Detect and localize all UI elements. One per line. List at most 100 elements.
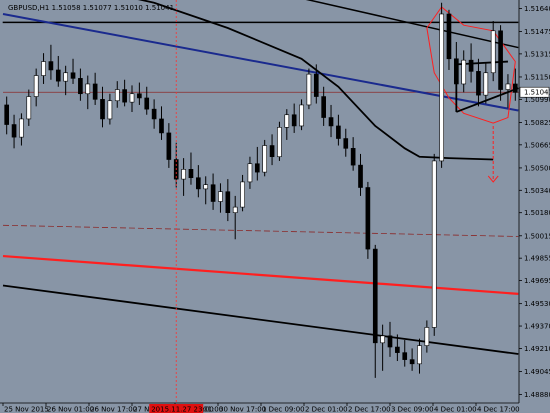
candle-body	[188, 169, 194, 179]
candle-body	[402, 352, 408, 360]
candle-body	[446, 13, 452, 60]
candle-body	[181, 169, 186, 180]
candle-body	[11, 124, 17, 138]
candle-body	[358, 164, 363, 188]
price-tick-label: 1.51150	[524, 73, 550, 81]
candle-body	[299, 104, 304, 127]
candle-body	[512, 83, 518, 93]
price-tick-label: 1.51640	[524, 5, 550, 13]
candle-body	[114, 89, 120, 102]
time-tick-label: 3 Dec 09:00	[391, 406, 434, 413]
candle-body	[225, 191, 231, 213]
candle-body	[232, 206, 238, 213]
candle-body	[122, 89, 127, 103]
candle-body	[4, 104, 10, 125]
candle-body	[291, 114, 297, 127]
price-tick-label: 1.50825	[524, 119, 550, 127]
candle-body	[70, 72, 76, 79]
candle-body	[210, 184, 216, 202]
candle-body	[395, 346, 400, 353]
current-price-tag: 1.51041	[519, 86, 550, 98]
price-tick-label: 1.51475	[524, 28, 550, 36]
candle-body	[55, 69, 61, 82]
candle-body	[336, 125, 341, 139]
candle-body	[129, 93, 135, 103]
candle-body	[137, 93, 142, 99]
chart-container: GBPUSD,H1 1.51058 1.51077 1.51010 1.5104…	[0, 0, 550, 413]
price-tick-label: 1.50015	[524, 232, 550, 240]
cursor-time-label: 2015.11.27 23:00	[151, 406, 213, 413]
candle-body	[151, 108, 157, 120]
candle-body	[409, 359, 415, 365]
candle-body	[313, 73, 319, 97]
candle-body	[107, 100, 113, 120]
price-tick-label: 1.50665	[524, 141, 550, 149]
price-tick-label: 1.49695	[524, 277, 550, 285]
candle-body	[166, 132, 172, 160]
candle-body	[454, 58, 459, 85]
candle-body	[476, 71, 481, 96]
candle-body	[48, 61, 54, 71]
candle-body	[144, 97, 150, 110]
candle-body	[240, 181, 245, 208]
candle-body	[63, 72, 68, 82]
time-tick-label: 26 Nov 17:00	[90, 406, 137, 413]
symbol-header: GBPUSD,H1 1.51058 1.51077 1.51010 1.5104…	[8, 4, 174, 12]
price-tick-label: 1.48880	[524, 391, 550, 399]
candle-body	[100, 99, 105, 120]
price-tick-label: 1.49370	[524, 323, 550, 331]
candle-body	[262, 145, 268, 173]
candle-body	[78, 78, 83, 95]
candle-body	[92, 83, 98, 100]
candle-body	[19, 118, 24, 138]
candle-body	[41, 61, 46, 76]
price-chart[interactable]: GBPUSD,H1 1.51058 1.51077 1.51010 1.5104…	[0, 0, 550, 413]
candle-body	[254, 163, 260, 173]
candle-body	[328, 117, 334, 127]
price-tick-label: 1.49045	[524, 368, 550, 376]
chart-background	[0, 0, 550, 413]
candle-body	[284, 114, 290, 128]
candle-body	[417, 345, 422, 365]
price-tick-label: 1.50340	[524, 187, 550, 195]
candle-body	[461, 59, 467, 85]
candle-body	[247, 163, 253, 183]
price-tick-label: 1.49855	[524, 255, 550, 263]
candle-body	[431, 160, 437, 328]
candle-body	[343, 138, 349, 149]
time-tick-label: 1 Dec 09:00	[262, 406, 305, 413]
candle-body	[387, 335, 393, 348]
candle-body	[490, 30, 496, 74]
candle-body	[365, 187, 371, 250]
candle-body	[85, 83, 91, 95]
time-tick-label: 2 Dec 01:00	[305, 406, 348, 413]
time-tick-label: 30 Nov 17:00	[219, 406, 266, 413]
candle-body	[196, 177, 201, 190]
current-price-tag-label: 1.51041	[524, 89, 550, 97]
candle-body	[380, 335, 385, 344]
price-tick-label: 1.49210	[524, 345, 550, 353]
candle-body	[269, 145, 275, 158]
candle-body	[277, 127, 282, 158]
candle-body	[350, 148, 356, 166]
candle-body	[468, 59, 474, 72]
candle-body	[439, 13, 444, 162]
time-tick-label: 25 Nov 2015	[4, 406, 49, 413]
candle-body	[505, 83, 511, 90]
time-tick-label: 26 Nov 01:00	[47, 406, 94, 413]
candle-body	[33, 75, 39, 97]
candle-body	[218, 191, 223, 202]
price-tick-label: 1.51315	[524, 50, 550, 58]
time-tick-label: 2 Dec 17:00	[348, 406, 391, 413]
candle-body	[424, 327, 430, 346]
candle-body	[483, 72, 489, 96]
price-tick-label: 1.50500	[524, 164, 550, 172]
time-tick-label: 4 Dec 17:00	[477, 406, 520, 413]
candle-body	[321, 96, 326, 118]
candle-body	[372, 248, 378, 344]
candle-body	[498, 30, 503, 90]
price-axis: 1.516401.514751.513151.511501.509901.508…	[518, 0, 550, 413]
time-tick-label: 4 Dec 01:00	[434, 406, 477, 413]
price-tick-label: 1.49530	[524, 300, 550, 308]
candle-body	[306, 73, 312, 106]
